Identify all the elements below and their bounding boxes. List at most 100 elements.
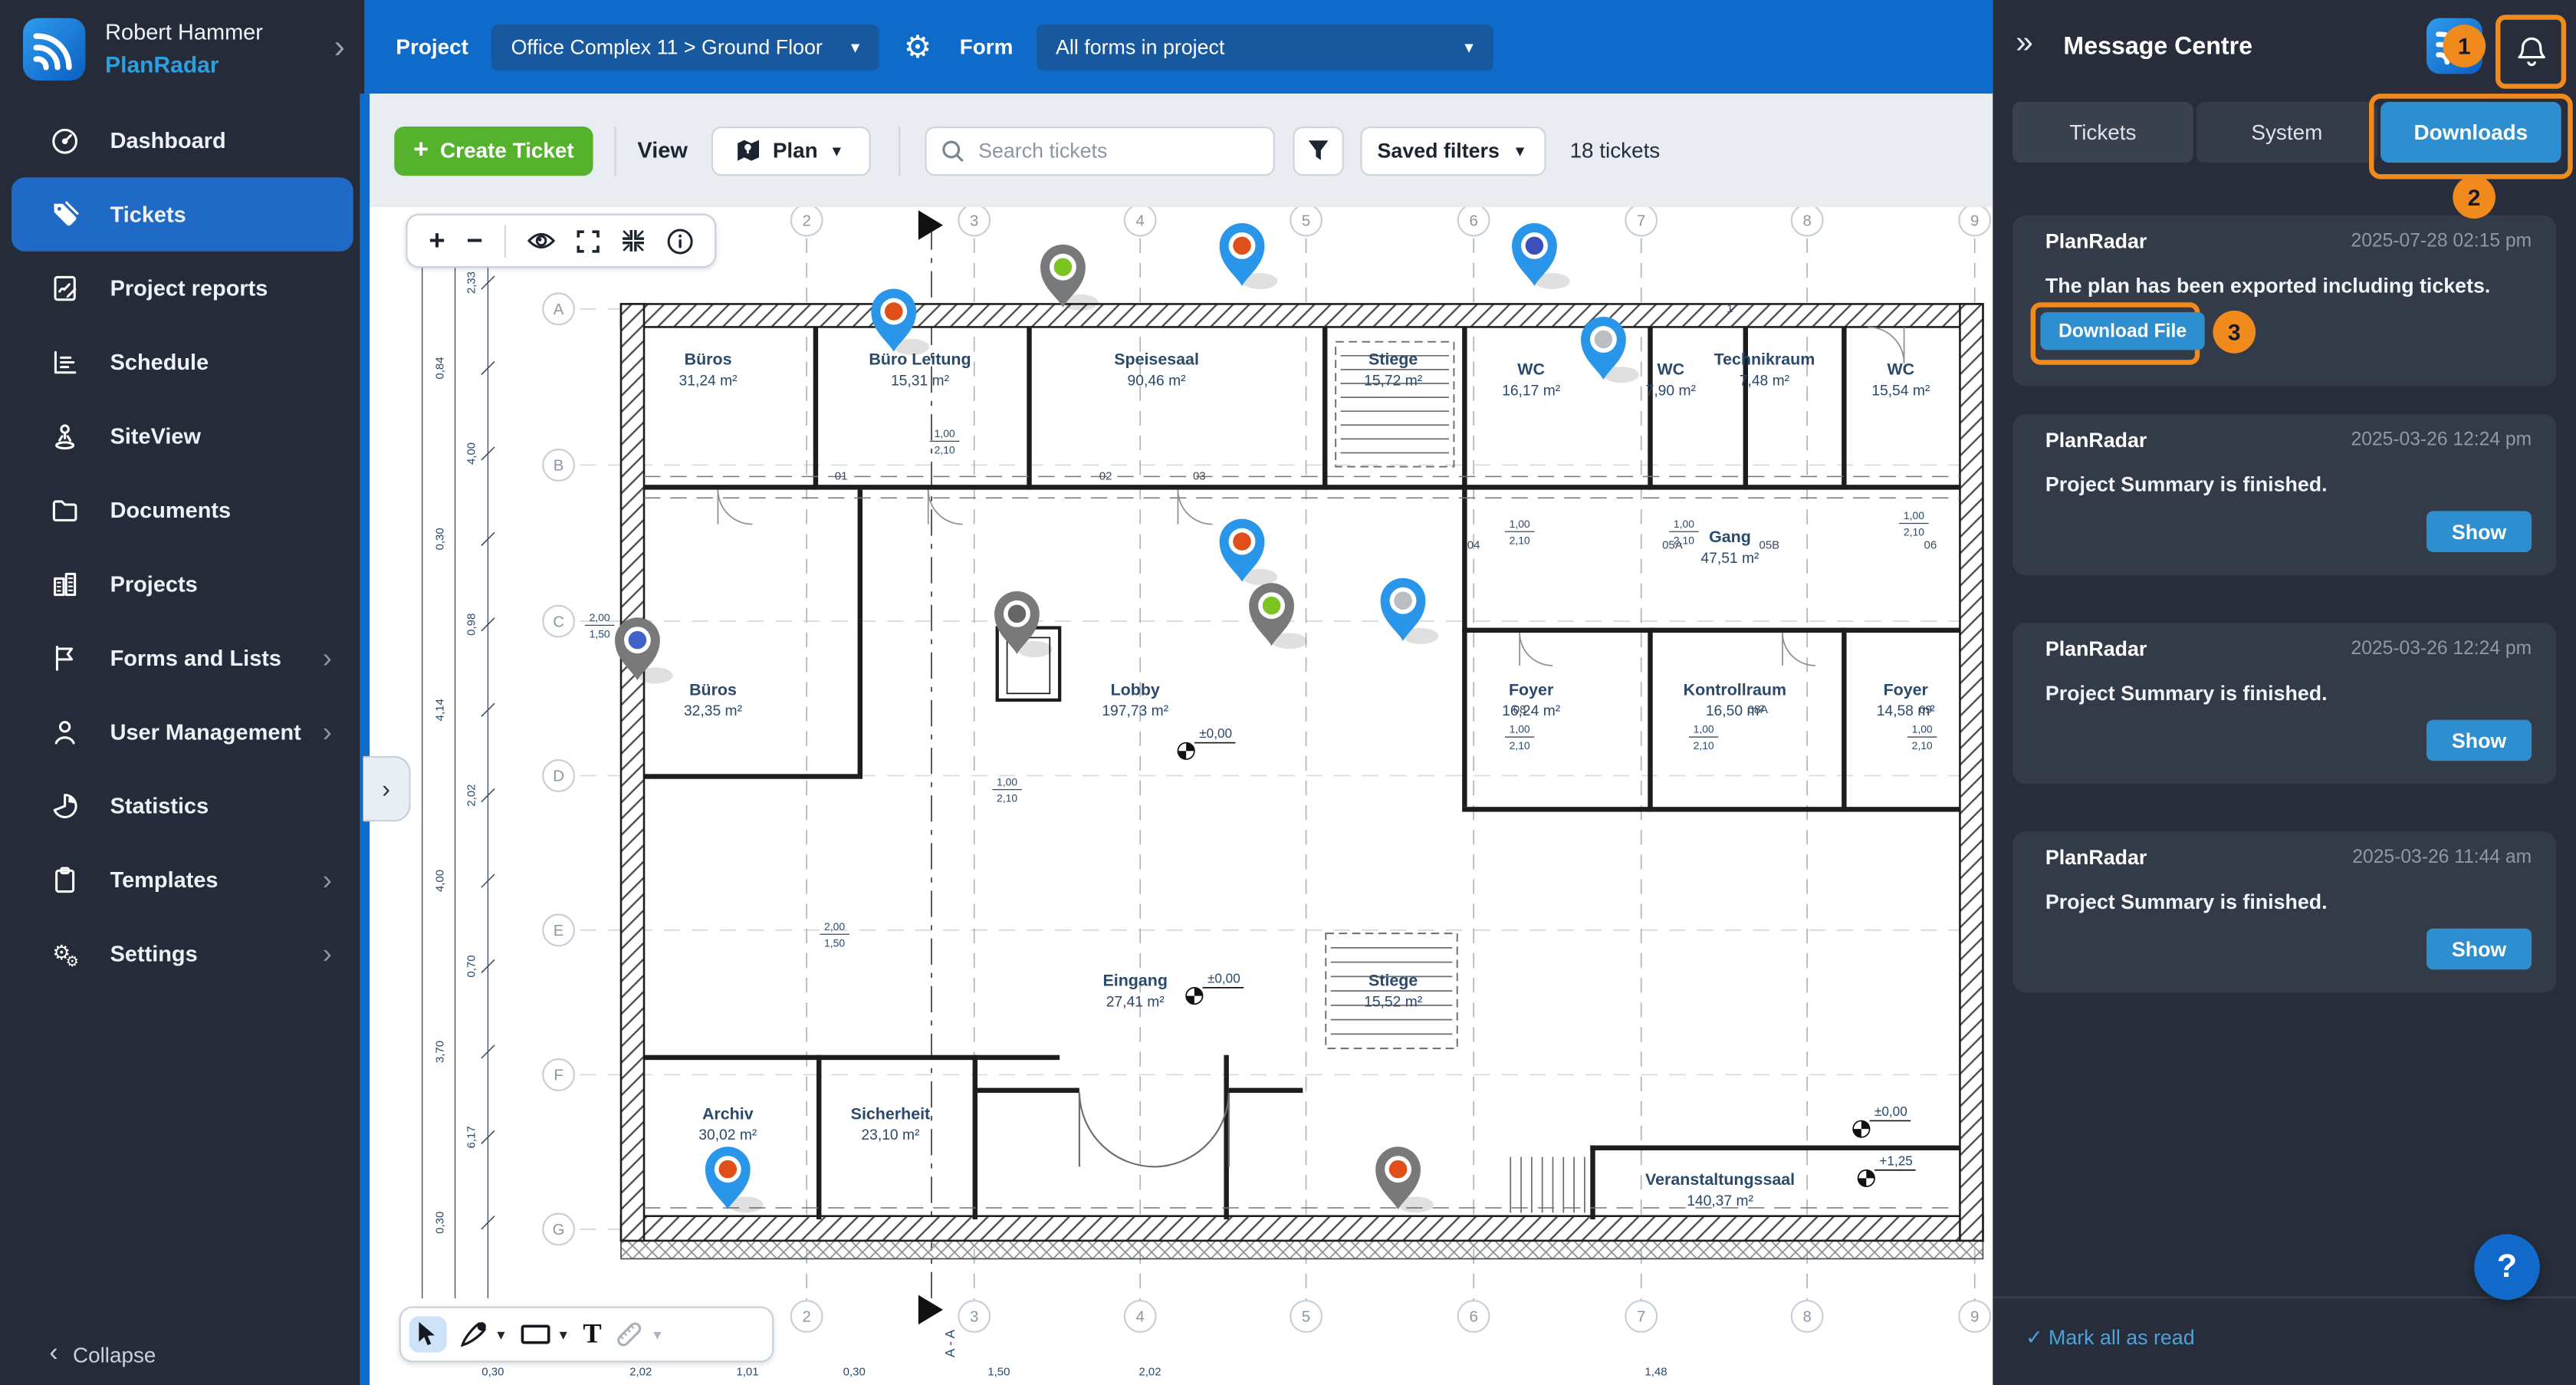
grid-column-label: 9 [1959, 207, 1990, 236]
chevron-down-icon: ▼ [557, 1327, 570, 1341]
ticket-pin[interactable] [1040, 245, 1099, 311]
svg-text:2,10: 2,10 [1510, 739, 1530, 752]
ticket-pin[interactable] [1249, 583, 1307, 649]
pen-tool[interactable]: ▼ [460, 1321, 508, 1347]
folder-icon [49, 495, 82, 526]
clipboard-icon [49, 864, 82, 896]
sidebar-item-statistics[interactable]: Statistics [0, 769, 365, 843]
plus-icon: + [413, 136, 429, 166]
sidebar-item-dashboard[interactable]: Dashboard [0, 104, 365, 177]
project-selector[interactable]: Office Complex 11 > Ground Floor ▼ [491, 24, 879, 70]
svg-text:A - A: A - A [942, 1329, 958, 1357]
svg-text:0,98: 0,98 [465, 614, 478, 636]
shape-tool[interactable]: ▼ [521, 1324, 570, 1344]
svg-text:Speisesaal: Speisesaal [1114, 350, 1199, 369]
search-tickets-field[interactable] [924, 126, 1273, 175]
ticket-pin[interactable] [1220, 223, 1278, 289]
grid-column-label: 3 [958, 207, 990, 236]
tab-downloads[interactable]: Downloads [2380, 102, 2561, 163]
sidebar-item-projects[interactable]: Projects [0, 548, 365, 621]
ticket-pin[interactable] [705, 1146, 764, 1212]
grid-column-label: 2 [791, 207, 823, 236]
sidebar-item-settings[interactable]: ⚙⚙Settings› [0, 917, 365, 991]
form-selector[interactable]: All forms in project ▼ [1036, 24, 1493, 70]
grid-row-label: A [543, 294, 574, 325]
room-label: Büros31,24 m² [679, 350, 738, 390]
chevron-right-icon: › [323, 642, 332, 675]
ticket-pin[interactable] [994, 591, 1053, 657]
notifications-bell-button[interactable] [2496, 15, 2566, 88]
search-icon [941, 139, 964, 162]
account-header[interactable]: Robert Hammer PlanRadar › [0, 0, 365, 99]
ticket-pin[interactable] [1375, 1146, 1434, 1212]
ticket-count: 18 tickets [1570, 138, 1661, 163]
ticket-pin[interactable] [1512, 223, 1570, 289]
show-button[interactable]: Show [2426, 929, 2532, 970]
svg-text:0,30: 0,30 [434, 1212, 447, 1234]
room-label: Speisesaal90,46 m² [1114, 350, 1199, 390]
sidebar-item-documents[interactable]: Documents [0, 473, 365, 547]
svg-text:6: 6 [1469, 1309, 1477, 1326]
sidebar-item-project-reports[interactable]: Project reports [0, 252, 365, 325]
notification-timestamp: 2025-03-26 12:24 pm [2351, 640, 2532, 660]
app-window: Robert Hammer PlanRadar › DashboardTicke… [0, 0, 2576, 1385]
svg-text:0,30: 0,30 [481, 1366, 504, 1379]
svg-text:1,50: 1,50 [824, 936, 845, 949]
sidebar-collapse-button[interactable]: ‹ Collapse [49, 1339, 156, 1369]
zoom-out-button[interactable]: − [467, 225, 483, 258]
info-button[interactable] [667, 228, 693, 254]
sidebar-item-user-management[interactable]: User Management› [0, 695, 365, 768]
notification-card: PlanRadar2025-03-26 11:44 amProject Summ… [2013, 831, 2556, 992]
plan-settings-gear-icon[interactable]: ⚙ [904, 29, 932, 65]
collapse-panel-icon[interactable]: » [2016, 26, 2028, 62]
mark-all-read-link[interactable]: ✓ Mark all as read [2026, 1324, 2194, 1349]
sidebar-item-templates[interactable]: Templates› [0, 843, 365, 916]
svg-text:3,70: 3,70 [434, 1041, 447, 1063]
svg-text:Sicherheit: Sicherheit [851, 1104, 931, 1123]
text-tool[interactable]: T [583, 1318, 601, 1351]
notification-message: Project Summary is finished. [2045, 682, 2328, 705]
measure-tool[interactable]: ▼ [615, 1320, 664, 1350]
ticket-pin[interactable] [1220, 519, 1278, 585]
chevron-right-icon[interactable]: › [334, 30, 345, 67]
sidebar-item-siteview[interactable]: SiteView [0, 400, 365, 473]
view-mode-dropdown[interactable]: Plan ▼ [711, 126, 870, 175]
select-cursor-tool[interactable] [409, 1316, 447, 1352]
svg-text:±0,00: ±0,00 [1875, 1104, 1907, 1119]
room-label: Sicherheit23,10 m² [851, 1104, 931, 1143]
svg-text:9: 9 [1970, 212, 1979, 229]
svg-text:2,02: 2,02 [629, 1366, 652, 1379]
fullscreen-button[interactable] [577, 229, 600, 252]
svg-text:8: 8 [1802, 1309, 1811, 1326]
show-button[interactable]: Show [2426, 720, 2532, 762]
tab-tickets[interactable]: Tickets [2013, 102, 2193, 163]
download-file-button[interactable]: Download File [2040, 312, 2204, 350]
annotation-badge-3: 3 [2213, 311, 2256, 354]
zoom-in-button[interactable]: + [429, 225, 445, 258]
sidebar-item-schedule[interactable]: Schedule [0, 325, 365, 399]
panel-title: Message Centre [2063, 33, 2252, 61]
ticket-pin[interactable] [1381, 578, 1439, 644]
filter-button[interactable] [1292, 126, 1342, 175]
expand-panel-tab[interactable]: › [363, 756, 411, 822]
sidebar-item-forms-and-lists[interactable]: Forms and Lists› [0, 621, 365, 695]
room-label: Gang47,51 m² [1700, 528, 1760, 567]
visibility-eye-button[interactable] [527, 230, 555, 252]
help-button[interactable]: ? [2474, 1234, 2540, 1300]
svg-text:2,00: 2,00 [824, 920, 845, 933]
view-label: View [637, 138, 687, 163]
svg-text:C: C [553, 614, 564, 630]
create-ticket-button[interactable]: + Create Ticket [394, 126, 593, 175]
search-input[interactable] [975, 137, 1244, 163]
svg-text:15,31 m²: 15,31 m² [891, 373, 950, 389]
tab-system[interactable]: System [2196, 102, 2377, 163]
svg-text:4,14: 4,14 [434, 699, 447, 721]
show-button[interactable]: Show [2426, 511, 2532, 552]
fit-to-screen-button[interactable] [621, 229, 646, 253]
floor-plan[interactable]: ABCDEFG2233445566778899 A - A [370, 207, 1993, 1385]
svg-text:E: E [554, 923, 564, 939]
saved-filters-dropdown[interactable]: Saved filters ▼ [1359, 126, 1545, 175]
plan-canvas[interactable]: ABCDEFG2233445566778899 A - A [370, 207, 1993, 1385]
svg-text:01: 01 [835, 470, 848, 483]
sidebar-item-tickets[interactable]: Tickets [12, 177, 353, 251]
